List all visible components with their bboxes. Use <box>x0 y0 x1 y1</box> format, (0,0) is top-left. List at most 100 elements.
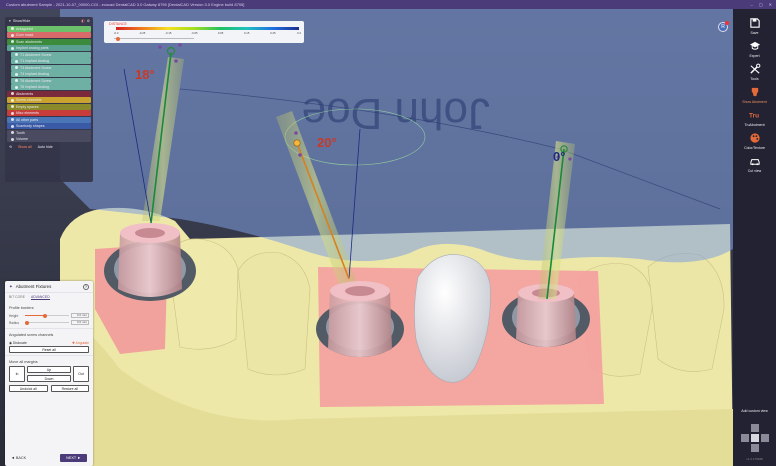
margin-out-button[interactable]: Out <box>73 366 89 382</box>
scene-tree-item[interactable]: Antagonist <box>7 25 91 32</box>
scene-tree-item[interactable]: Scan abutments <box>7 38 91 45</box>
radius-slider[interactable] <box>25 320 69 325</box>
visibility-eye-icon[interactable] <box>11 118 14 121</box>
sidebar-item-label: Color/Texture <box>744 146 765 150</box>
sidebar-item-color-texture[interactable]: Color/Texture <box>733 132 776 150</box>
scene-tree-item[interactable]: T1 Implant Analog <box>11 58 91 64</box>
visibility-eye-icon[interactable] <box>11 124 14 128</box>
visibility-eye-icon[interactable] <box>11 40 14 43</box>
height-value[interactable]: 0.0 mm <box>71 313 89 318</box>
show-hide-header[interactable]: ▾ Show/Hide ◧ ⚙ <box>5 17 93 25</box>
collapse-icon[interactable]: ▾ <box>9 17 11 25</box>
scene-tree-item[interactable]: Empty spaces <box>7 103 91 110</box>
scene-tree-item[interactable]: Scanbody shapes <box>7 123 91 129</box>
settings-icon[interactable]: ⚙ <box>87 17 90 25</box>
visibility-eye-icon[interactable] <box>15 79 18 82</box>
visibility-eye-icon[interactable] <box>11 98 14 102</box>
color-bar-tick: 0.3 <box>297 31 301 35</box>
scene-tree-item[interactable]: T4 Abutment Screw <box>11 64 91 71</box>
sidebar-item-save[interactable]: Save <box>733 17 776 35</box>
height-slider[interactable] <box>25 313 69 318</box>
add-custom-view-label[interactable]: Add custom view <box>733 409 776 413</box>
margin-in-button[interactable]: In <box>9 366 25 382</box>
history-icon[interactable]: ⟲ <box>9 145 12 149</box>
close-button[interactable]: ✕ <box>769 0 772 9</box>
scene-tree-item-label: All other parts <box>16 117 39 122</box>
visibility-eye-icon[interactable] <box>11 27 14 30</box>
restore-all-button[interactable]: Restore all <box>50 385 89 392</box>
scene-tree-item[interactable]: Tooth <box>7 129 91 136</box>
sidebar-item-tools[interactable]: Tools <box>733 63 776 81</box>
sidebar-item-label: Show Abutment <box>742 100 767 104</box>
radius-value[interactable]: 0.0 mm <box>71 320 89 325</box>
back-button[interactable]: ◄ BACK <box>11 456 26 460</box>
scene-tree-item[interactable]: Abutments <box>7 90 91 97</box>
color-bar-tick: -0.25 <box>138 31 146 35</box>
sidebar-item-cut-view[interactable]: Cut view <box>733 155 776 173</box>
auto-hide-link[interactable]: Auto hide <box>38 145 53 149</box>
scene-tree-item-label: Misc elements <box>16 111 39 115</box>
3d-viewport[interactable]: John Doe 18° 20° 0° DISTANCE -0.3 -0.25 … <box>0 9 733 466</box>
user-avatar[interactable]: R <box>718 21 729 32</box>
dental-model-scene[interactable]: John Doe 18° 20° 0° <box>0 9 733 466</box>
scene-tree-item[interactable]: T4 Implant Analog <box>11 71 91 77</box>
visibility-eye-icon[interactable] <box>15 59 18 63</box>
channel-options: ◉ Dislocate ✚ Angulate <box>9 339 89 346</box>
visibility-eye-icon[interactable] <box>15 53 18 56</box>
minimize-button[interactable]: – <box>751 0 753 9</box>
abutment-icon <box>751 87 758 97</box>
scene-tree-item[interactable]: All other parts <box>7 116 91 123</box>
margin-down-button[interactable]: Down <box>27 375 71 382</box>
visibility-eye-icon[interactable] <box>11 92 14 95</box>
reset-all-button[interactable]: Reset all <box>9 346 89 353</box>
margin-controls: In Up Down Out <box>9 366 89 382</box>
help-icon[interactable]: ? <box>83 283 89 290</box>
color-bar-tick: -0.3 <box>113 31 119 35</box>
angulate-toggle[interactable]: ✚ Angulate <box>72 341 89 345</box>
visibility-eye-icon[interactable] <box>11 111 14 115</box>
color-bar-slider[interactable] <box>114 36 194 41</box>
scene-tree-item[interactable]: Volume <box>7 136 91 142</box>
graduation-cap-icon <box>749 41 760 50</box>
undo-all-button[interactable]: Undo/ck all <box>9 385 48 392</box>
color-bar-ticks: -0.3 -0.25 -0.15 -0.05 0.05 0.15 0.25 0.3 <box>113 31 301 35</box>
scene-tree-item-label: T1 Abutment Screw <box>20 52 52 57</box>
show-all-link[interactable]: Show all <box>18 145 32 149</box>
scene-tree-item[interactable]: Implant analog parts <box>7 45 91 51</box>
tab-advanced[interactable]: ADVANCED <box>30 295 50 300</box>
visibility-eye-icon[interactable] <box>11 137 14 141</box>
tab-bit-core[interactable]: BIT CORE <box>9 295 25 300</box>
visibility-eye-icon[interactable] <box>11 105 14 108</box>
sidebar-item-show-abutment[interactable]: Show Abutment <box>733 86 776 104</box>
sidebar-item-expert[interactable]: Expert <box>733 40 776 58</box>
wizard-navigation: ◄ BACK NEXT ► <box>5 453 93 463</box>
view-cube-icon[interactable] <box>739 422 771 454</box>
maximize-button[interactable]: ▢ <box>759 0 763 9</box>
scene-tree-item[interactable]: T6 Abutment Screw <box>11 77 91 84</box>
visibility-eye-icon[interactable] <box>11 33 14 37</box>
sidebar-item-truabutment[interactable]: Tru TruAbutment <box>733 109 776 127</box>
visibility-eye-icon[interactable] <box>11 46 14 50</box>
scene-tree-item[interactable]: Misc elements <box>7 110 91 116</box>
visibility-eye-icon[interactable] <box>15 72 18 76</box>
window-title: Custom abutment Sample - 2021-10-07_0000… <box>6 2 245 7</box>
visibility-eye-icon[interactable] <box>15 85 18 89</box>
radius-label: Radius <box>9 320 19 325</box>
pin-icon[interactable]: ◧ <box>81 17 84 25</box>
margin-up-button[interactable]: Up <box>27 366 71 373</box>
height-label: Height <box>9 313 19 318</box>
distance-color-bar[interactable]: DISTANCE -0.3 -0.25 -0.15 -0.05 0.05 0.15 0.25… <box>104 21 304 43</box>
color-bar-tick: 0.05 <box>217 31 224 35</box>
visibility-eye-icon[interactable] <box>15 66 18 69</box>
dislocate-toggle[interactable]: ◉ Dislocate <box>9 341 27 345</box>
scene-tree-item[interactable]: T1 Abutment Screw <box>11 51 91 58</box>
scene-tree-item[interactable]: Screw channels <box>7 97 91 103</box>
section-title: Angulated screw channels <box>9 333 54 337</box>
color-bar-slider-knob[interactable] <box>116 36 120 41</box>
scene-tree-item[interactable]: T6 Implant Analog <box>11 84 91 90</box>
scene-tree-item[interactable]: Gum mask <box>7 32 91 38</box>
color-bar-tick: 0.15 <box>243 31 250 35</box>
visibility-eye-icon[interactable] <box>11 131 14 134</box>
scene-tree-item-label: T6 Implant Analog <box>20 85 49 89</box>
next-button[interactable]: NEXT ► <box>60 454 87 462</box>
